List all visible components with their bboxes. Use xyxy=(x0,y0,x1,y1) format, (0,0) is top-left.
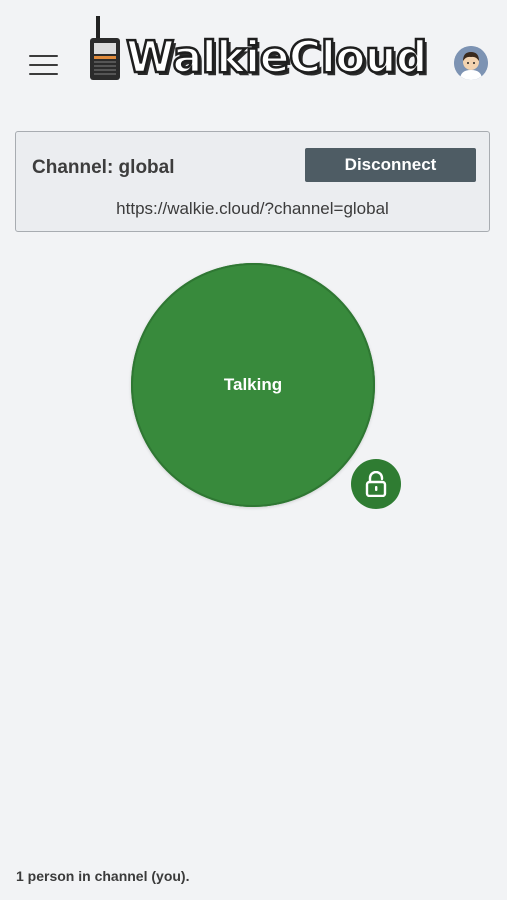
app-logo-text: WalkieCloud xyxy=(125,32,429,83)
menu-bar-bottom xyxy=(29,73,58,75)
avatar-face-icon xyxy=(454,46,488,80)
app-logo[interactable]: WalkieCloud xyxy=(84,14,434,84)
channel-label: Channel: global xyxy=(32,157,175,178)
hamburger-menu-icon[interactable] xyxy=(29,55,59,77)
talk-button[interactable]: Talking xyxy=(131,263,375,507)
channel-panel: Channel: global Disconnect https://walki… xyxy=(15,131,490,232)
channel-members-status: 1 person in channel (you). xyxy=(16,868,190,884)
walkie-talkie-icon xyxy=(90,16,120,80)
channel-url: https://walkie.cloud/?channel=global xyxy=(116,199,389,218)
talk-status-label: Talking xyxy=(223,375,283,394)
menu-bar-middle xyxy=(29,64,58,66)
disconnect-button[interactable]: Disconnect xyxy=(305,148,476,182)
unlock-icon xyxy=(365,471,387,497)
lock-toggle-button[interactable] xyxy=(351,459,401,509)
menu-bar-top xyxy=(29,55,58,57)
app-header: WalkieCloud xyxy=(0,0,507,110)
user-avatar-icon[interactable] xyxy=(454,46,488,80)
